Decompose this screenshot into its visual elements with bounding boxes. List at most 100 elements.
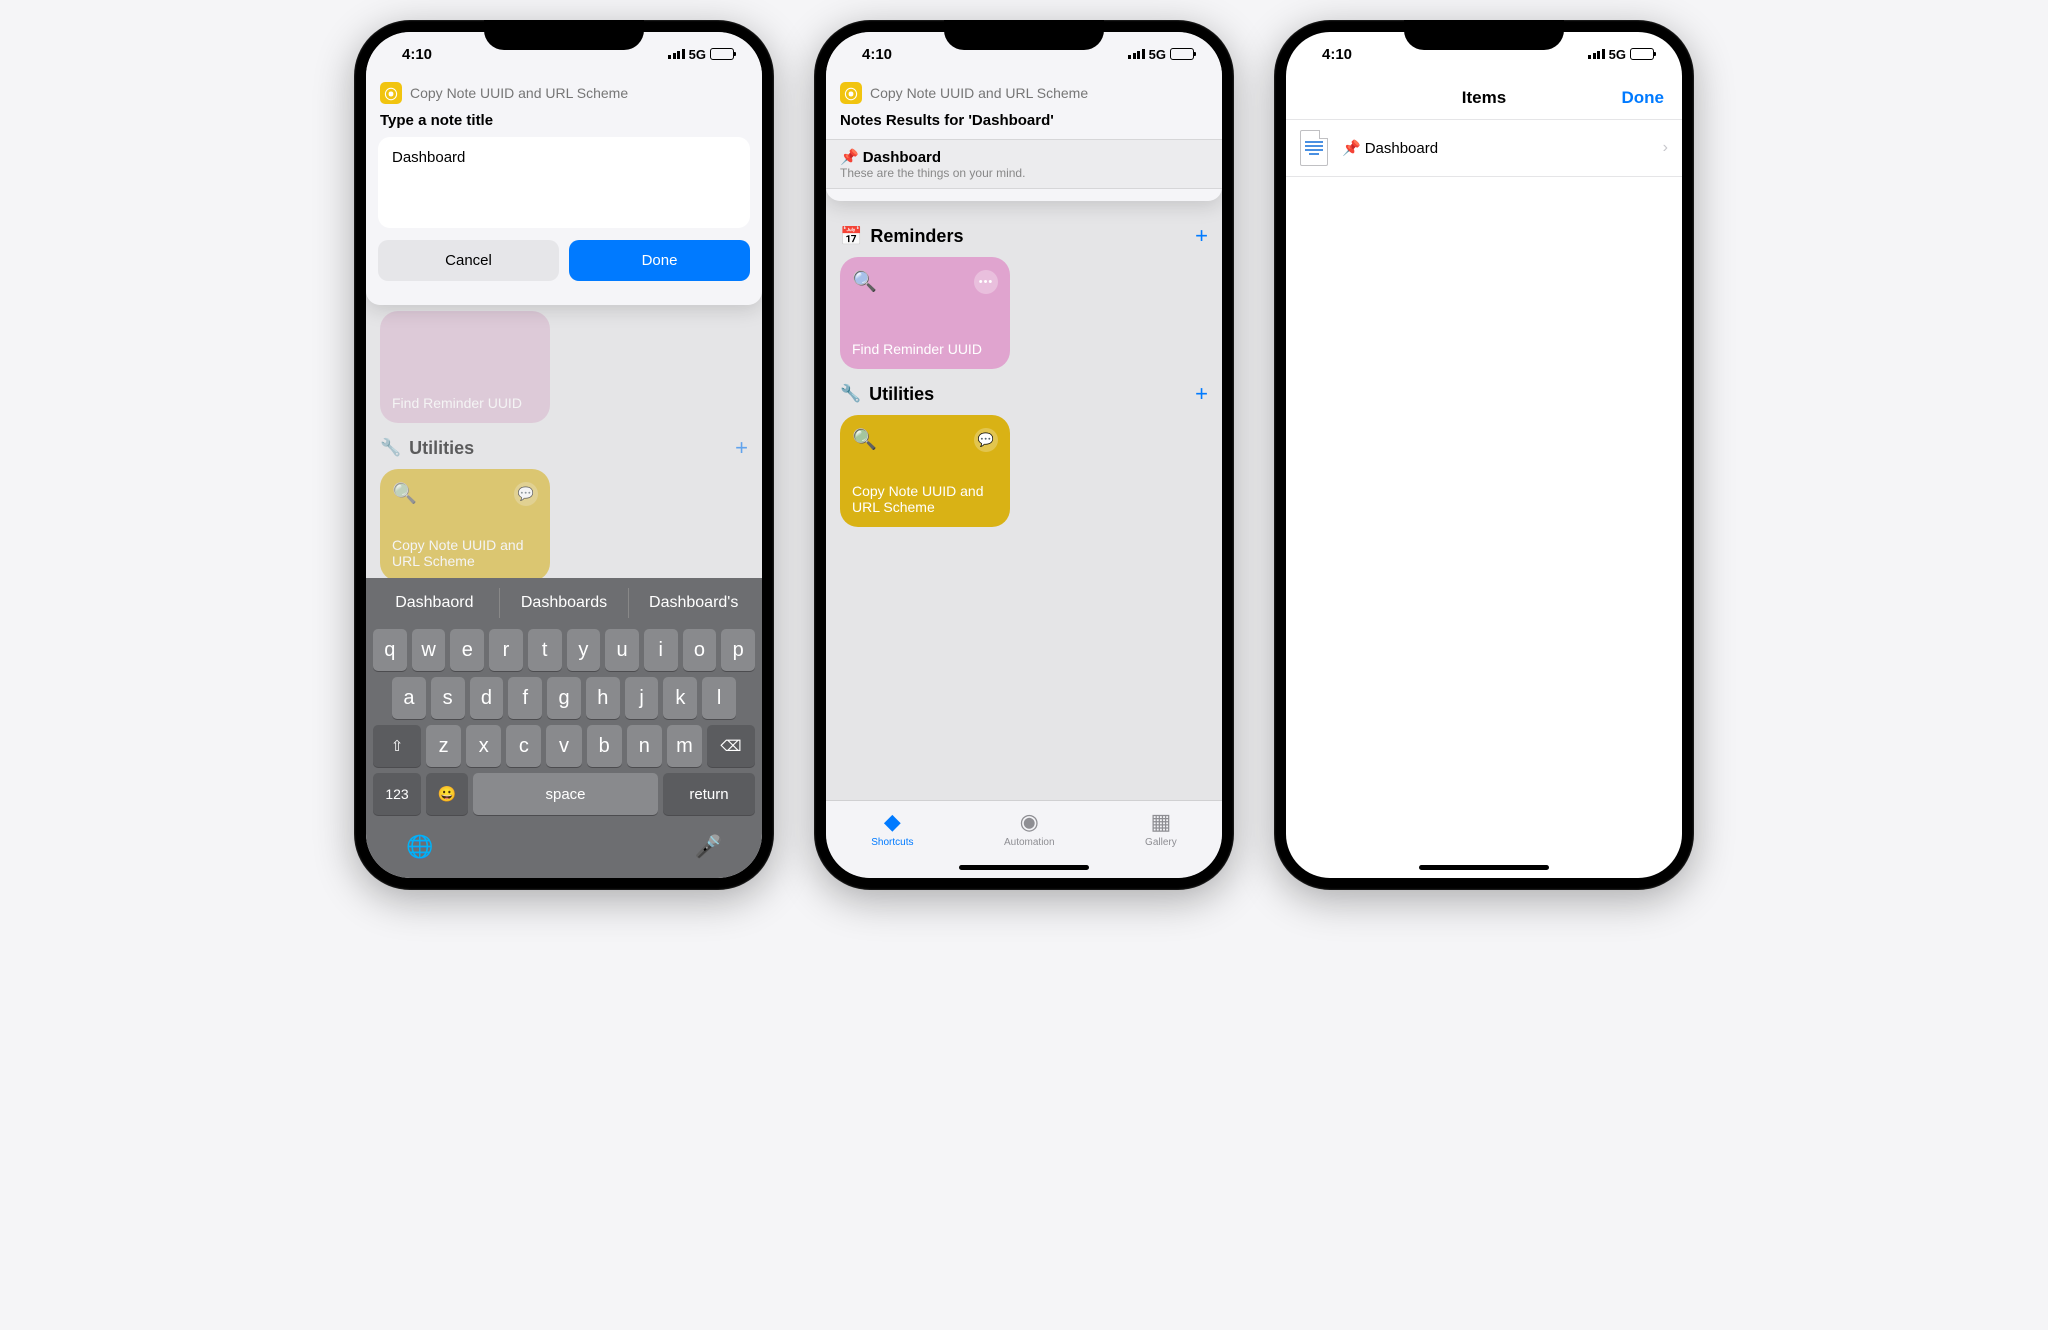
- key-k[interactable]: k: [663, 677, 697, 719]
- tile-label: Find Reminder UUID: [852, 341, 998, 357]
- screen-1: 4:10 5G ⦿ Copy Note UUID and URL Scheme …: [366, 32, 762, 878]
- key-x[interactable]: x: [466, 725, 501, 767]
- result-subtitle: These are the things on your mind.: [840, 166, 1208, 180]
- nav-title: Items: [1462, 88, 1506, 108]
- add-utility-button[interactable]: +: [1195, 381, 1208, 407]
- key-m[interactable]: m: [667, 725, 702, 767]
- key-g[interactable]: g: [547, 677, 581, 719]
- key-c[interactable]: c: [506, 725, 541, 767]
- keyboard-bottom: 🌐 🎤: [370, 818, 758, 878]
- tab-shortcuts[interactable]: ◆ Shortcuts: [871, 809, 913, 848]
- battery-icon: [710, 48, 734, 60]
- nav-done-button[interactable]: Done: [1622, 88, 1665, 108]
- tab-automation[interactable]: ◉ Automation: [1004, 809, 1055, 848]
- tab-gallery[interactable]: ▦ Gallery: [1145, 809, 1177, 848]
- result-name-text: Dashboard: [863, 149, 941, 166]
- phone-3: 4:10 5G Items Done 📌 Dashboard ›: [1274, 20, 1694, 890]
- key-s[interactable]: s: [431, 677, 465, 719]
- key-o[interactable]: o: [683, 629, 717, 671]
- sheet-buttons: Cancel Done: [366, 228, 762, 293]
- key-y[interactable]: y: [567, 629, 601, 671]
- shortcuts-icon: ◆: [884, 809, 901, 835]
- wrench-icon: 🔧: [380, 438, 401, 458]
- key-row-4: 123 😀 space return: [370, 770, 758, 818]
- key-l[interactable]: l: [702, 677, 736, 719]
- item-name: Dashboard: [1365, 140, 1438, 157]
- utility-tile[interactable]: 🔍 💬 Copy Note UUID and URL Scheme: [380, 469, 550, 581]
- key-h[interactable]: h: [586, 677, 620, 719]
- key-w[interactable]: w: [412, 629, 446, 671]
- shortcut-app-icon: ⦿: [840, 82, 862, 104]
- network-label: 5G: [689, 47, 706, 62]
- key-r[interactable]: r: [489, 629, 523, 671]
- search-icon: 🔍: [852, 269, 877, 294]
- signal-icon: [1128, 49, 1145, 59]
- key-n[interactable]: n: [627, 725, 662, 767]
- return-key[interactable]: return: [663, 773, 755, 815]
- cancel-button[interactable]: Cancel: [378, 240, 559, 281]
- key-q[interactable]: q: [373, 629, 407, 671]
- key-row-1: q w e r t y u i o p: [370, 626, 758, 674]
- home-indicator[interactable]: [959, 865, 1089, 870]
- search-icon: 🔍: [852, 427, 877, 452]
- key-p[interactable]: p: [721, 629, 755, 671]
- tile-label: Copy Note UUID and URL Scheme: [852, 483, 998, 515]
- suggestion-2[interactable]: Dashboards: [499, 588, 630, 618]
- result-row[interactable]: 📌 Dashboard These are the things on your…: [826, 139, 1222, 189]
- screen-3: 4:10 5G Items Done 📌 Dashboard ›: [1286, 32, 1682, 878]
- key-z[interactable]: z: [426, 725, 461, 767]
- battery-icon: [1170, 48, 1194, 60]
- sheet-header: ⦿ Copy Note UUID and URL Scheme: [826, 76, 1222, 106]
- add-reminder-button[interactable]: +: [1195, 223, 1208, 249]
- utility-tile[interactable]: 🔍 💬 Copy Note UUID and URL Scheme: [840, 415, 1010, 527]
- pin-icon: 📌: [840, 148, 859, 166]
- calendar-icon: 📅: [840, 226, 862, 247]
- suggestion-3[interactable]: Dashboard's: [629, 588, 758, 618]
- key-v[interactable]: v: [546, 725, 581, 767]
- numeric-key[interactable]: 123: [373, 773, 421, 815]
- key-e[interactable]: e: [450, 629, 484, 671]
- more-icon[interactable]: •••: [974, 270, 998, 294]
- reminder-tile[interactable]: Find Reminder UUID: [380, 311, 550, 423]
- key-d[interactable]: d: [470, 677, 504, 719]
- signal-icon: [668, 49, 685, 59]
- search-icon: 🔍: [392, 481, 417, 506]
- suggestion-1[interactable]: Dashbaord: [370, 588, 499, 618]
- mic-icon[interactable]: 🎤: [695, 834, 722, 860]
- space-key[interactable]: space: [473, 773, 658, 815]
- gallery-icon: ▦: [1150, 809, 1171, 835]
- key-row-3: ⇧ z x c v b n m ⌫: [370, 722, 758, 770]
- item-row[interactable]: 📌 Dashboard ›: [1286, 120, 1682, 177]
- status-indicators: 5G: [1588, 47, 1654, 62]
- key-u[interactable]: u: [605, 629, 639, 671]
- key-i[interactable]: i: [644, 629, 678, 671]
- pin-icon: 📌: [1342, 139, 1361, 157]
- note-title-input[interactable]: Dashboard: [378, 137, 750, 228]
- automation-icon: ◉: [1020, 809, 1039, 835]
- key-a[interactable]: a: [392, 677, 426, 719]
- status-bar: 4:10 5G: [366, 32, 762, 76]
- network-label: 5G: [1609, 47, 1626, 62]
- add-utility-button[interactable]: +: [735, 435, 748, 461]
- phone-2: 4:10 5G ⦿ Copy Note UUID and URL Scheme …: [814, 20, 1234, 890]
- globe-icon[interactable]: 🌐: [406, 834, 433, 860]
- key-f[interactable]: f: [508, 677, 542, 719]
- status-time: 4:10: [402, 46, 432, 63]
- tile-label: Find Reminder UUID: [392, 395, 538, 411]
- status-time: 4:10: [862, 46, 892, 63]
- key-j[interactable]: j: [625, 677, 659, 719]
- emoji-key[interactable]: 😀: [426, 773, 468, 815]
- delete-key[interactable]: ⌫: [707, 725, 755, 767]
- reminder-tile[interactable]: 🔍 ••• Find Reminder UUID: [840, 257, 1010, 369]
- shortcut-name: Copy Note UUID and URL Scheme: [870, 85, 1088, 101]
- done-button[interactable]: Done: [569, 240, 750, 281]
- key-t[interactable]: t: [528, 629, 562, 671]
- shift-key[interactable]: ⇧: [373, 725, 421, 767]
- key-b[interactable]: b: [587, 725, 622, 767]
- document-icon: [1300, 130, 1328, 166]
- status-bar: 4:10 5G: [1286, 32, 1682, 76]
- status-indicators: 5G: [1128, 47, 1194, 62]
- home-indicator[interactable]: [1419, 865, 1549, 870]
- key-row-2: a s d f g h j k l: [370, 674, 758, 722]
- screen-2: 4:10 5G ⦿ Copy Note UUID and URL Scheme …: [826, 32, 1222, 878]
